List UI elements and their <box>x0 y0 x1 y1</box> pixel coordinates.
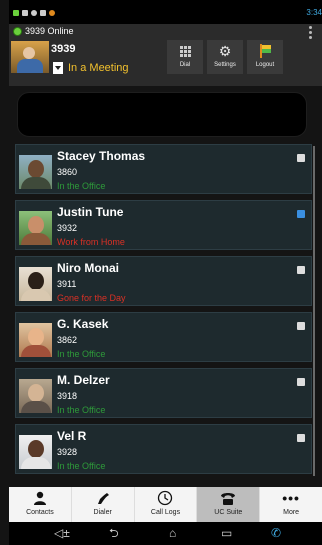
contact-name: G. Kasek <box>57 317 109 331</box>
dial-label: Dial <box>179 62 191 68</box>
tab-label: More <box>283 509 300 516</box>
flag-icon <box>260 44 271 58</box>
contact-status: In the Office <box>57 349 106 359</box>
clock-icon <box>158 490 173 506</box>
contact-item[interactable]: Stacey Thomas 3860 In the Office <box>15 144 312 194</box>
online-dot-icon <box>13 26 22 36</box>
tab-more[interactable]: ••• More <box>260 487 322 522</box>
contact-photo <box>19 323 52 357</box>
volume-icon[interactable]: ◁± <box>54 527 70 539</box>
contact-item[interactable]: Vel R 3928 In the Office <box>15 424 312 474</box>
contact-status: In the Office <box>57 181 106 191</box>
user-header: 3939 Online 3939 In a Meeting Dial ⚙ Set… <box>9 24 322 86</box>
user-extension: 3939 <box>51 43 76 55</box>
tab-uc-suite[interactable]: UC Suite <box>197 487 261 522</box>
phone-icon <box>97 493 109 504</box>
system-nav-bar: ◁± ⮌ ⌂ ▭ ✆ <box>9 522 322 545</box>
back-icon[interactable]: ⮌ <box>109 527 119 539</box>
dialpad-icon <box>179 45 191 57</box>
contact-list: Stacey Thomas 3860 In the Office Justin … <box>15 144 312 480</box>
uc-phone-icon <box>221 493 236 505</box>
contact-status: Work from Home <box>57 237 125 247</box>
user-avatar[interactable] <box>11 41 49 73</box>
tab-label: Dialer <box>93 509 112 516</box>
overflow-menu-icon[interactable] <box>309 26 312 39</box>
select-checkbox[interactable] <box>297 322 305 330</box>
tab-dialer[interactable]: Dialer <box>72 487 135 522</box>
call-icon[interactable]: ✆ <box>271 527 281 539</box>
contact-item[interactable]: Justin Tune 3932 Work from Home <box>15 200 312 250</box>
tab-label: UC Suite <box>214 509 243 516</box>
contact-extension: 3928 <box>57 447 78 457</box>
contact-item[interactable]: G. Kasek 3862 In the Office <box>15 312 312 362</box>
contact-extension: 3860 <box>57 167 78 177</box>
online-status-row: 3939 Online <box>9 24 322 38</box>
settings-label: Settings <box>214 62 236 68</box>
select-checkbox[interactable] <box>297 434 305 442</box>
logout-label: Logout <box>255 62 275 68</box>
contact-name: Niro Monai <box>57 261 119 275</box>
contact-name: Stacey Thomas <box>57 149 146 163</box>
contact-name: Vel R <box>57 429 87 443</box>
tab-label: Contacts <box>26 509 54 516</box>
online-status-text: 3939 Online <box>25 26 74 36</box>
contact-name: Justin Tune <box>57 205 124 219</box>
presence-text: In a Meeting <box>68 62 129 74</box>
list-scrollbar[interactable] <box>313 146 315 476</box>
contact-photo <box>19 211 52 245</box>
recent-apps-icon[interactable]: ▭ <box>221 527 232 539</box>
app-screen: 3:34 3939 Online 3939 In a Meeting Dial … <box>0 0 322 545</box>
mail-icon <box>22 10 28 16</box>
dial-button[interactable]: Dial <box>167 40 203 74</box>
logout-button[interactable]: Logout <box>247 40 283 74</box>
select-checkbox[interactable] <box>297 266 305 274</box>
tab-contacts[interactable]: Contacts <box>9 487 72 522</box>
presence-selector[interactable]: In a Meeting <box>53 62 129 74</box>
status-time: 3:34 <box>306 8 322 17</box>
contact-status: In the Office <box>57 461 106 471</box>
image-icon <box>40 10 46 16</box>
status-bar: 3:34 <box>9 0 322 24</box>
contact-photo <box>19 435 52 469</box>
contact-extension: 3862 <box>57 335 78 345</box>
more-icon: ••• <box>282 490 300 506</box>
tab-label: Call Logs <box>150 509 181 516</box>
settings-button[interactable]: ⚙ Settings <box>207 40 243 74</box>
sync-icon <box>31 10 37 16</box>
tab-call-logs[interactable]: Call Logs <box>135 487 198 522</box>
status-banner <box>17 92 307 137</box>
person-icon <box>33 491 46 505</box>
contact-name: M. Delzer <box>57 373 110 387</box>
bottom-tab-bar: Contacts Dialer Call Logs UC Suite ••• M… <box>9 487 322 522</box>
gear-icon: ⚙ <box>218 42 232 59</box>
contact-status: In the Office <box>57 405 106 415</box>
contact-item[interactable]: Niro Monai 3911 Gone for the Day <box>15 256 312 306</box>
app-notification-icon <box>49 10 55 16</box>
contact-status: Gone for the Day <box>57 293 126 303</box>
contact-photo <box>19 267 52 301</box>
contact-extension: 3932 <box>57 223 78 233</box>
contact-extension: 3918 <box>57 391 78 401</box>
notification-icons <box>13 10 55 16</box>
select-checkbox[interactable] <box>297 378 305 386</box>
contact-photo <box>19 155 52 189</box>
home-icon[interactable]: ⌂ <box>169 527 176 539</box>
select-checkbox[interactable] <box>297 210 305 218</box>
online-notification-icon <box>13 10 19 16</box>
contact-item[interactable]: M. Delzer 3918 In the Office <box>15 368 312 418</box>
contact-photo <box>19 379 52 413</box>
chevron-down-icon <box>53 62 63 74</box>
contact-extension: 3911 <box>57 279 77 289</box>
select-checkbox[interactable] <box>297 154 305 162</box>
